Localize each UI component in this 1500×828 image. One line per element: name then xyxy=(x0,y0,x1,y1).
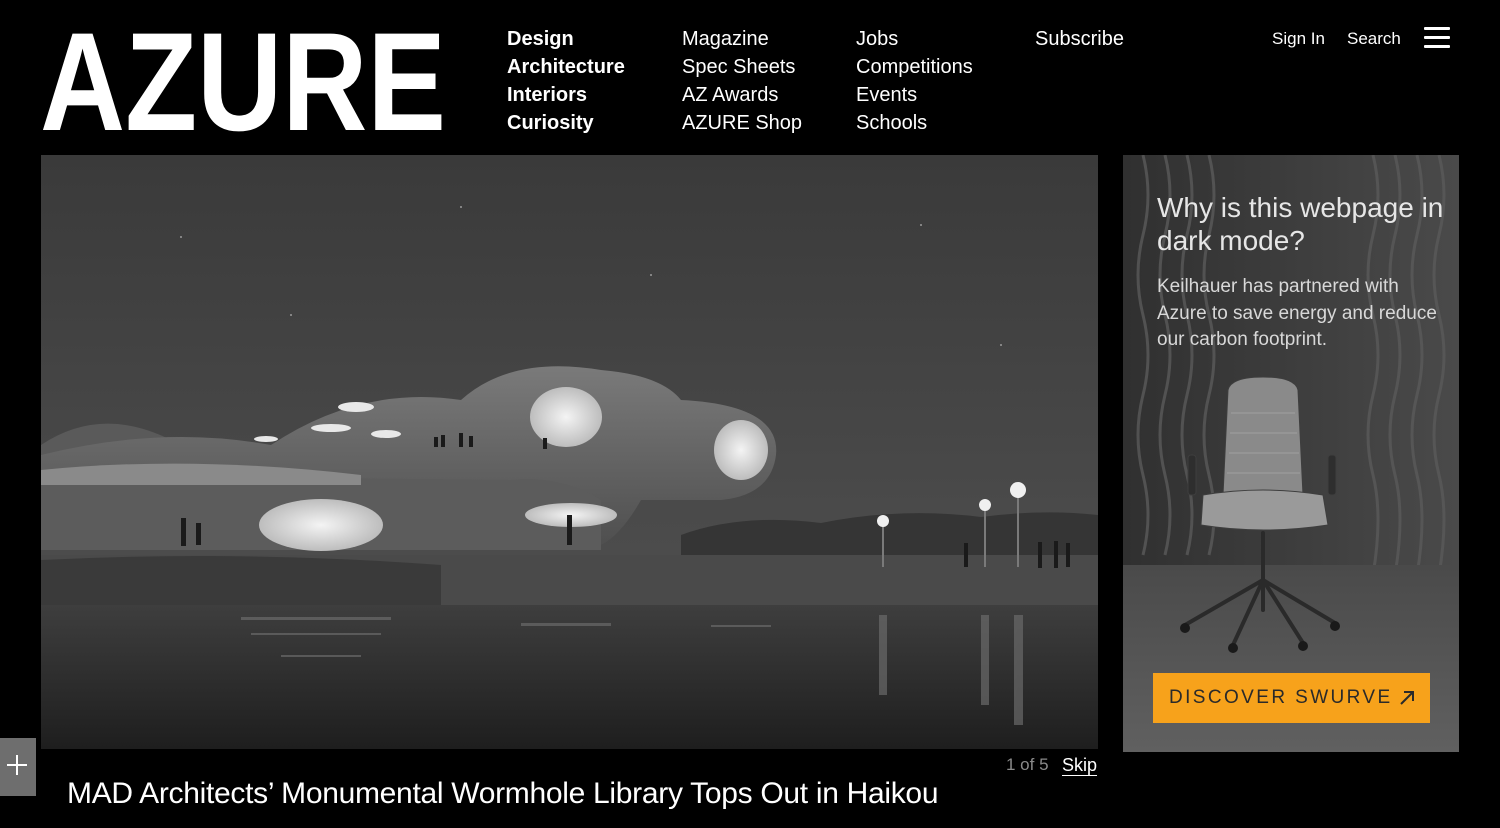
hero-image[interactable] xyxy=(41,155,1098,749)
nav-tertiary: Jobs Competitions Events Schools xyxy=(856,25,973,137)
nav-link-spec-sheets[interactable]: Spec Sheets xyxy=(682,53,802,81)
discover-swurve-button[interactable]: DISCOVER SWURVE xyxy=(1153,673,1430,723)
nav-link-competitions[interactable]: Competitions xyxy=(856,53,973,81)
ad-banner[interactable]: Why is this webpage in dark mode? Keilha… xyxy=(1123,155,1459,752)
ad-body: Keilhauer has partnered with Azure to sa… xyxy=(1157,276,1437,350)
nav-link-curiosity[interactable]: Curiosity xyxy=(507,109,625,137)
slide-counter: 1 of 5 xyxy=(1006,755,1049,774)
nav-secondary: Magazine Spec Sheets AZ Awards AZURE Sho… xyxy=(682,25,802,137)
nav-link-az-awards[interactable]: AZ Awards xyxy=(682,81,802,109)
nav-link-schools[interactable]: Schools xyxy=(856,109,973,137)
nav-link-magazine[interactable]: Magazine xyxy=(682,25,802,53)
nav-primary: Design Architecture Interiors Curiosity xyxy=(507,25,625,137)
ad-cta-label: DISCOVER SWURVE xyxy=(1169,687,1393,708)
nav-link-jobs[interactable]: Jobs xyxy=(856,25,973,53)
nav-link-subscribe[interactable]: Subscribe xyxy=(1035,25,1124,53)
article-headline[interactable]: MAD Architects’ Monumental Wormhole Libr… xyxy=(67,772,967,816)
arrow-up-right-icon xyxy=(1400,691,1414,705)
nav-link-architecture[interactable]: Architecture xyxy=(507,53,625,81)
nav-link-design[interactable]: Design xyxy=(507,25,625,53)
nav-link-interiors[interactable]: Interiors xyxy=(507,81,625,109)
hamburger-icon[interactable] xyxy=(1423,27,1451,49)
nav-link-azure-shop[interactable]: AZURE Shop xyxy=(682,109,802,137)
azure-logo[interactable]: AZURE xyxy=(40,18,450,138)
sign-in-link[interactable]: Sign In xyxy=(1272,27,1325,51)
search-link[interactable]: Search xyxy=(1347,27,1401,51)
plus-icon[interactable] xyxy=(0,738,36,796)
nav-subscribe-col: Subscribe xyxy=(1035,25,1124,53)
azure-logo-text: AZURE xyxy=(40,18,446,138)
nav-link-events[interactable]: Events xyxy=(856,81,973,109)
ad-title: Why is this webpage in dark mode? xyxy=(1157,192,1444,256)
skip-button[interactable]: Skip xyxy=(1062,755,1097,776)
